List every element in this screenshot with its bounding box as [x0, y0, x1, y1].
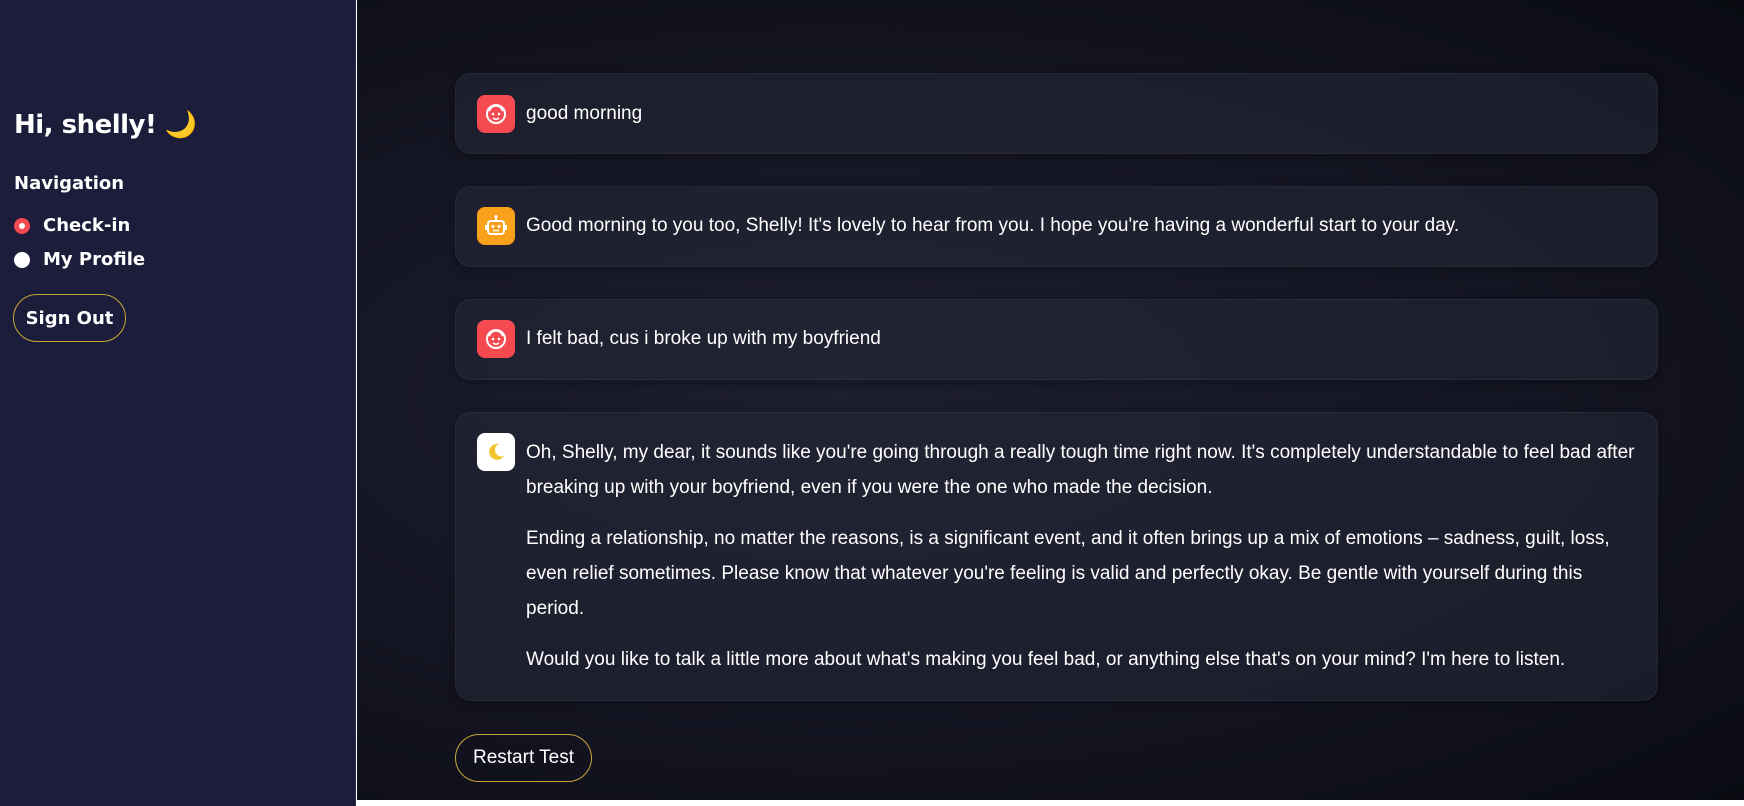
message-paragraph: I felt bad, cus i broke up with my boyfr…: [526, 328, 881, 349]
message-text: good morning: [526, 96, 1643, 131]
nav-radio-check-in[interactable]: Check-in: [14, 215, 130, 236]
nav-radio-my-profile[interactable]: My Profile: [14, 249, 145, 270]
restart-test-button[interactable]: Restart Test: [455, 734, 592, 782]
nav-radio-label: My Profile: [43, 249, 146, 270]
radio-selected-icon[interactable]: [14, 217, 30, 234]
nav-radio-label: Check-in: [43, 215, 131, 236]
sidebar: Hi, shelly! 🌙 Navigation Check-in My Pro…: [0, 0, 356, 806]
robot-icon: [477, 207, 515, 245]
chat-message-assistant: Oh, Shelly, my dear, it sounds like you'…: [455, 412, 1658, 701]
message-paragraph: Oh, Shelly, my dear, it sounds like you'…: [526, 442, 1635, 498]
chat-message-assistant: Good morning to you too, Shelly! It's lo…: [455, 186, 1658, 267]
message-paragraph: Good morning to you too, Shelly! It's lo…: [526, 215, 1460, 236]
sign-out-button[interactable]: Sign Out: [13, 294, 126, 342]
smiley-face-icon: [477, 320, 515, 358]
greeting-heading: Hi, shelly! 🌙: [14, 110, 197, 140]
chat-message-user: good morning: [455, 73, 1658, 154]
navigation-title: Navigation: [14, 173, 125, 194]
message-text: Oh, Shelly, my dear, it sounds like you'…: [526, 435, 1643, 677]
chat-message-user: I felt bad, cus i broke up with my boyfr…: [455, 299, 1658, 380]
crescent-moon-icon: [477, 433, 515, 471]
smiley-face-icon: [477, 95, 515, 133]
message-paragraph: Ending a relationship, no matter the rea…: [526, 528, 1610, 619]
radio-unselected-icon[interactable]: [14, 251, 30, 268]
message-paragraph: good morning: [526, 103, 643, 124]
message-paragraph: Would you like to talk a little more abo…: [526, 649, 1566, 670]
message-text: Good morning to you too, Shelly! It's lo…: [526, 208, 1643, 243]
message-text: I felt bad, cus i broke up with my boyfr…: [526, 321, 1643, 356]
